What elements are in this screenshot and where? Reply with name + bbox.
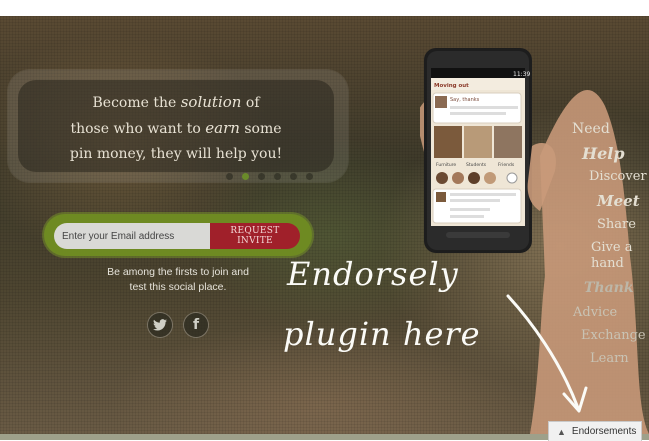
- annotation-line1: Endorsely: [287, 255, 459, 293]
- side-nav-share[interactable]: Share: [597, 217, 636, 232]
- annotation-arrow: [506, 294, 588, 413]
- phone-status-time: 11:39: [513, 71, 530, 78]
- endorsements-tab-label: Endorsements: [571, 426, 637, 437]
- phone-category-2: Students: [466, 162, 487, 168]
- email-field[interactable]: [54, 223, 214, 249]
- top-bar: [0, 0, 649, 16]
- phone-card-title: Moving out: [434, 83, 469, 89]
- slider-dot[interactable]: [242, 173, 249, 180]
- slider-dot[interactable]: [290, 173, 297, 180]
- endorsements-tab[interactable]: ▲ Endorsements: [548, 421, 642, 441]
- slider-dot[interactable]: [274, 173, 281, 180]
- hero-quote: Become the solution of those who want to…: [18, 90, 334, 167]
- quote-line2-pre: those who want to: [70, 121, 206, 137]
- slider-dot[interactable]: [258, 173, 265, 180]
- slider-dot[interactable]: [226, 173, 233, 180]
- side-nav-meet[interactable]: Meet: [597, 192, 640, 210]
- slider-dot[interactable]: [306, 173, 313, 180]
- side-nav-help[interactable]: Help: [582, 144, 625, 163]
- join-text-line1: Be among the firsts to join and: [107, 266, 249, 278]
- side-nav-hand[interactable]: hand: [591, 256, 624, 271]
- phone-status-bar: [431, 68, 525, 78]
- annotation-line2: plugin here: [283, 315, 481, 353]
- quote-line1-pre: Become the: [92, 95, 181, 111]
- twitter-icon[interactable]: [148, 313, 172, 337]
- quote-line1-post: of: [241, 95, 260, 111]
- join-text: Be among the firsts to join and test thi…: [92, 265, 264, 295]
- side-nav-discover[interactable]: Discover: [589, 169, 647, 184]
- join-text-line2: test this social place.: [129, 281, 227, 293]
- quote-line3: pin money, they will help you!: [69, 146, 283, 162]
- phone-category-3: Friends: [498, 162, 515, 168]
- phone-subcard-label: Say, thanks: [450, 97, 480, 103]
- side-nav-give-a[interactable]: Give a: [591, 240, 632, 255]
- request-invite-button[interactable]: REQUEST INVITE: [210, 223, 300, 249]
- chevron-up-icon: ▲: [557, 426, 566, 437]
- phone-category-1: Furniture: [436, 162, 456, 168]
- quote-line2-post: some: [239, 121, 282, 137]
- quote-line1-em: solution: [180, 93, 242, 111]
- quote-line2-em: earn: [205, 119, 240, 137]
- side-nav-need[interactable]: Need: [572, 121, 610, 137]
- slider-dots: [226, 173, 313, 181]
- facebook-icon[interactable]: f: [184, 313, 208, 337]
